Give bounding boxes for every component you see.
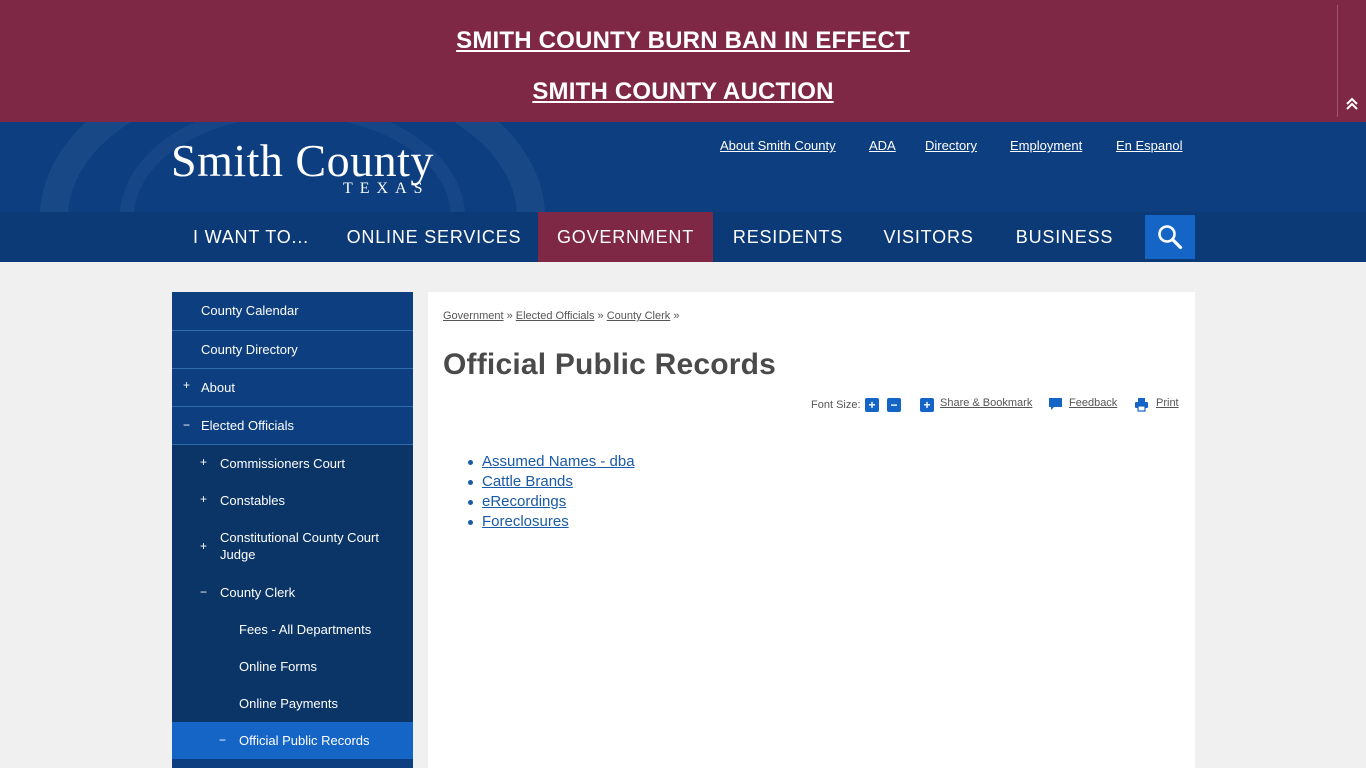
sidebar-nav: County Calendar County Directory + About…	[172, 292, 413, 768]
expand-icon[interactable]: +	[183, 378, 190, 392]
sidebar-item-label: Online Forms	[239, 659, 318, 674]
font-increase-icon[interactable]: +	[865, 398, 879, 412]
utility-link-espanol[interactable]: En Espanol	[1116, 138, 1183, 153]
record-link-cattle-brands[interactable]: Cattle Brands	[482, 473, 573, 490]
sidebar-item-label: Official Public Records	[239, 733, 370, 748]
collapse-icon[interactable]: −	[183, 418, 190, 432]
feedback-link[interactable]: Feedback	[1069, 397, 1117, 409]
bullet	[468, 500, 473, 505]
list-item: Assumed Names - dba	[468, 452, 635, 472]
utility-link-directory[interactable]: Directory	[925, 138, 977, 153]
sidebar-item-commissioners-court[interactable]: + Commissioners Court	[172, 445, 413, 482]
alert-link-burn-ban[interactable]: SMITH COUNTY BURN BAN IN EFFECT	[0, 27, 1366, 55]
list-item: Cattle Brands	[468, 472, 635, 492]
alert-link-auction[interactable]: SMITH COUNTY AUCTION	[0, 78, 1366, 106]
sidebar-item-label: County Directory	[201, 342, 298, 357]
sidebar-item-official-public-records[interactable]: − Official Public Records	[172, 722, 413, 759]
sidebar-item-county-directory[interactable]: County Directory	[172, 331, 413, 369]
breadcrumb-separator: »	[506, 310, 513, 322]
records-list: Assumed Names - dba Cattle Brands eRecor…	[468, 452, 635, 532]
collapse-icon[interactable]: −	[200, 585, 207, 599]
record-link-erecordings[interactable]: eRecordings	[482, 493, 566, 510]
font-size-label: Font Size:	[811, 399, 861, 411]
utility-link-employment[interactable]: Employment	[1010, 138, 1082, 153]
expand-icon[interactable]: +	[200, 539, 207, 553]
sidebar-item-online-forms[interactable]: Online Forms	[172, 648, 413, 685]
expand-icon[interactable]: +	[200, 492, 207, 506]
breadcrumb-link-government[interactable]: Government	[443, 310, 504, 322]
alert-banner: SMITH COUNTY BURN BAN IN EFFECT SMITH CO…	[0, 0, 1366, 122]
utility-link-about[interactable]: About Smith County	[720, 138, 836, 153]
nav-item-government[interactable]: GOVERNMENT	[538, 212, 713, 262]
sidebar-item-label: Online Payments	[239, 696, 338, 711]
alert-divider	[1337, 5, 1338, 117]
breadcrumb-link-county-clerk[interactable]: County Clerk	[607, 310, 671, 322]
sidebar-item-constables[interactable]: + Constables	[172, 482, 413, 519]
utility-link-ada[interactable]: ADA	[869, 138, 896, 153]
sidebar-item-label: Commissioners Court	[220, 456, 345, 471]
share-icon[interactable]: +	[920, 398, 934, 412]
site-logo-subtitle: TEXAS	[343, 180, 430, 197]
sidebar-item-label: County Calendar	[201, 303, 299, 318]
sidebar-item-county-clerk[interactable]: − County Clerk	[172, 574, 413, 611]
nav-item-visitors[interactable]: VISITORS	[863, 212, 994, 262]
print-icon[interactable]	[1134, 397, 1149, 412]
sidebar-item-about[interactable]: + About	[172, 369, 413, 407]
sidebar-item-constitutional-county-court-judge[interactable]: + Constitutional County Court Judge	[172, 519, 413, 574]
breadcrumb-link-elected-officials[interactable]: Elected Officials	[516, 310, 595, 322]
expand-icon[interactable]: +	[200, 455, 207, 469]
site-header: Smith County TEXAS About Smith County AD…	[0, 122, 1366, 212]
list-item: Foreclosures	[468, 512, 635, 532]
record-link-foreclosures[interactable]: Foreclosures	[482, 513, 569, 530]
collapse-icon[interactable]: −	[219, 733, 226, 747]
nav-item-i-want-to[interactable]: I WANT TO...	[172, 212, 330, 262]
share-bookmark-link[interactable]: Share & Bookmark	[940, 397, 1032, 409]
font-decrease-icon[interactable]: −	[887, 398, 901, 412]
sidebar-item-fees[interactable]: Fees - All Departments	[172, 611, 413, 648]
nav-item-business[interactable]: BUSINESS	[994, 212, 1135, 262]
list-item: eRecordings	[468, 492, 635, 512]
sidebar-item-county-calendar[interactable]: County Calendar	[172, 292, 413, 331]
breadcrumb-separator: »	[597, 310, 604, 322]
page-title: Official Public Records	[443, 348, 777, 381]
bullet	[468, 480, 473, 485]
record-link-assumed-names[interactable]: Assumed Names - dba	[482, 453, 635, 470]
sidebar-item-label: Elected Officials	[201, 418, 294, 433]
sidebar-item-online-payments[interactable]: Online Payments	[172, 685, 413, 722]
breadcrumb: Government » Elected Officials » County …	[443, 310, 679, 322]
search-icon	[1158, 225, 1183, 250]
main-nav: I WANT TO... ONLINE SERVICES GOVERNMENT …	[0, 212, 1366, 262]
bullet	[468, 520, 473, 525]
main-content: Government » Elected Officials » County …	[428, 292, 1195, 768]
breadcrumb-separator: »	[673, 310, 680, 322]
sidebar-item-label: Fees - All Departments	[239, 622, 372, 637]
print-link[interactable]: Print	[1156, 397, 1179, 409]
double-chevron-up-icon[interactable]	[1343, 97, 1361, 115]
sidebar-item-label: Constitutional County Court Judge	[220, 530, 379, 562]
search-button[interactable]	[1145, 215, 1195, 259]
feedback-icon[interactable]	[1048, 397, 1063, 411]
nav-item-residents[interactable]: RESIDENTS	[713, 212, 863, 262]
sidebar-item-label: County Clerk	[220, 585, 296, 600]
bullet	[468, 460, 473, 465]
sidebar-item-label: About	[201, 380, 235, 395]
sidebar-item-elected-officials[interactable]: − Elected Officials	[172, 407, 413, 445]
sidebar-item-label: Constables	[220, 493, 286, 508]
nav-item-online-services[interactable]: ONLINE SERVICES	[330, 212, 538, 262]
